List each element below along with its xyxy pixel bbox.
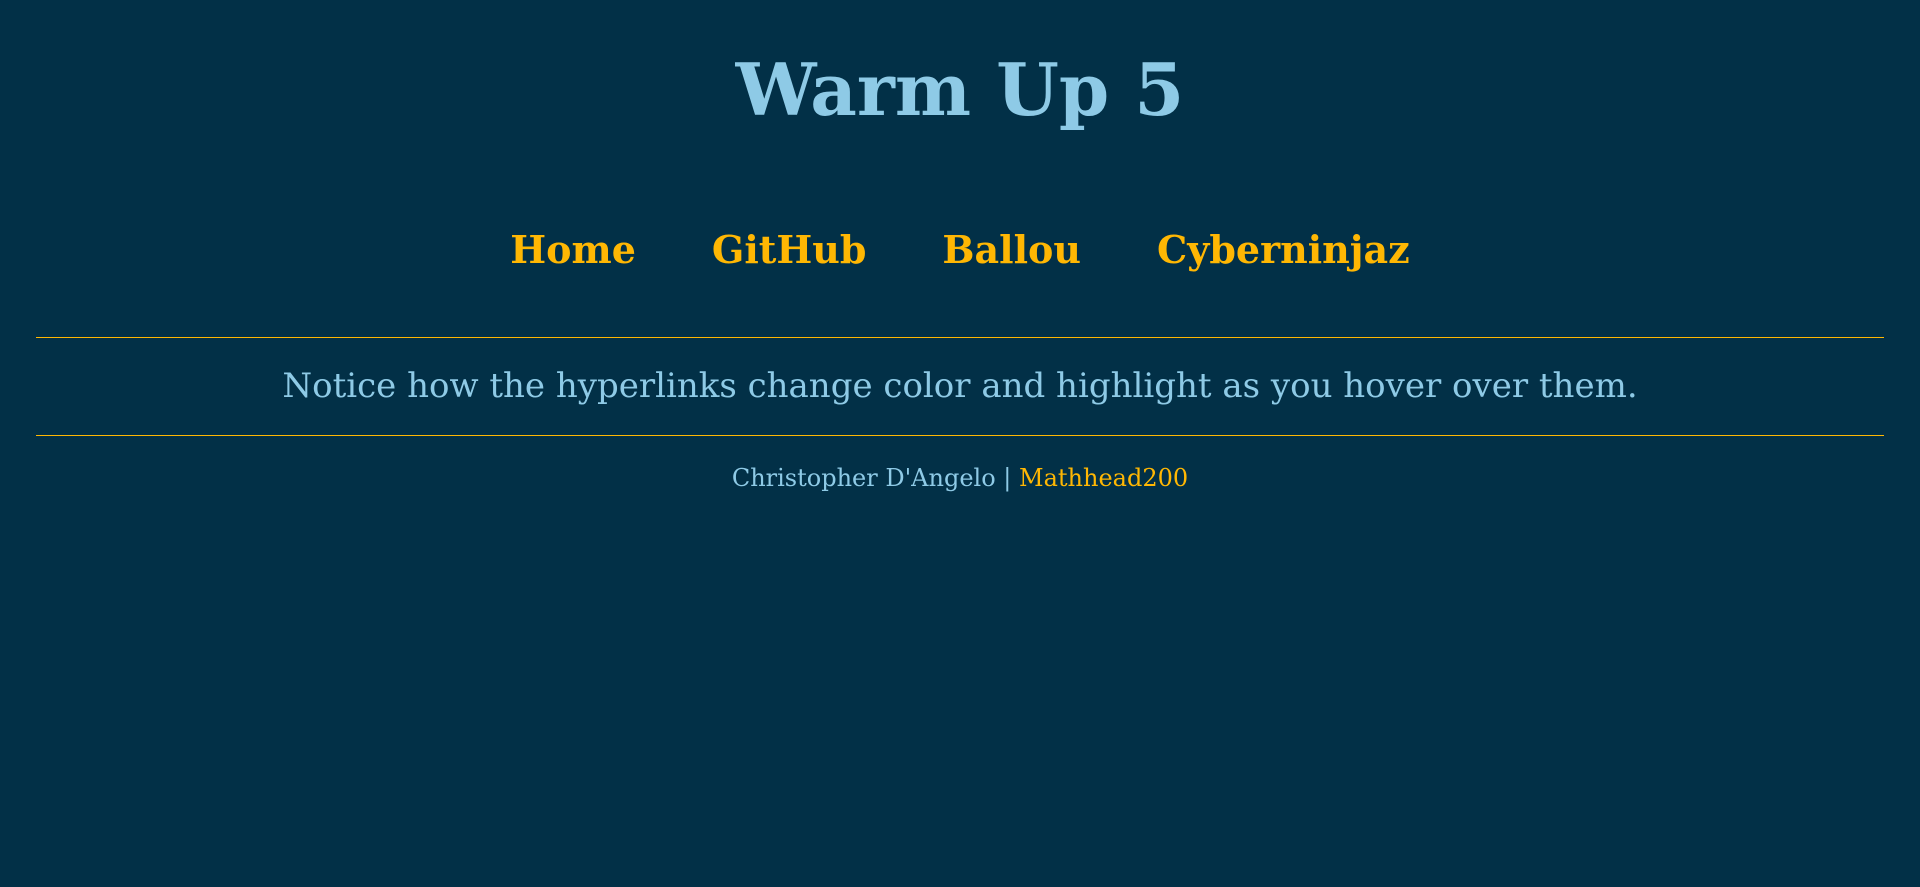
bottom-divider [36, 435, 1884, 436]
footer-github-link[interactable]: Mathhead200 [1019, 464, 1188, 492]
nav-link-ballou[interactable]: Ballou [942, 222, 1081, 278]
nav-link-cyberninjaz[interactable]: Cyberninjaz [1157, 222, 1410, 278]
page-title: Warm Up 5 [735, 47, 1185, 132]
footer-author: Christopher D'Angelo [731, 464, 996, 492]
nav-link-home[interactable]: Home [510, 222, 636, 278]
nav-link-github[interactable]: GitHub [712, 222, 867, 278]
notice-text: Notice how the hyperlinks change color a… [282, 366, 1638, 406]
footer: Christopher D'Angelo | Mathhead200 [0, 458, 1920, 498]
page: Warm Up 5 Home GitHub Ballou Cyberninjaz… [0, 0, 1920, 887]
top-divider [36, 337, 1884, 338]
main-nav: Home GitHub Ballou Cyberninjaz [0, 222, 1920, 278]
footer-separator: | [1003, 464, 1012, 492]
